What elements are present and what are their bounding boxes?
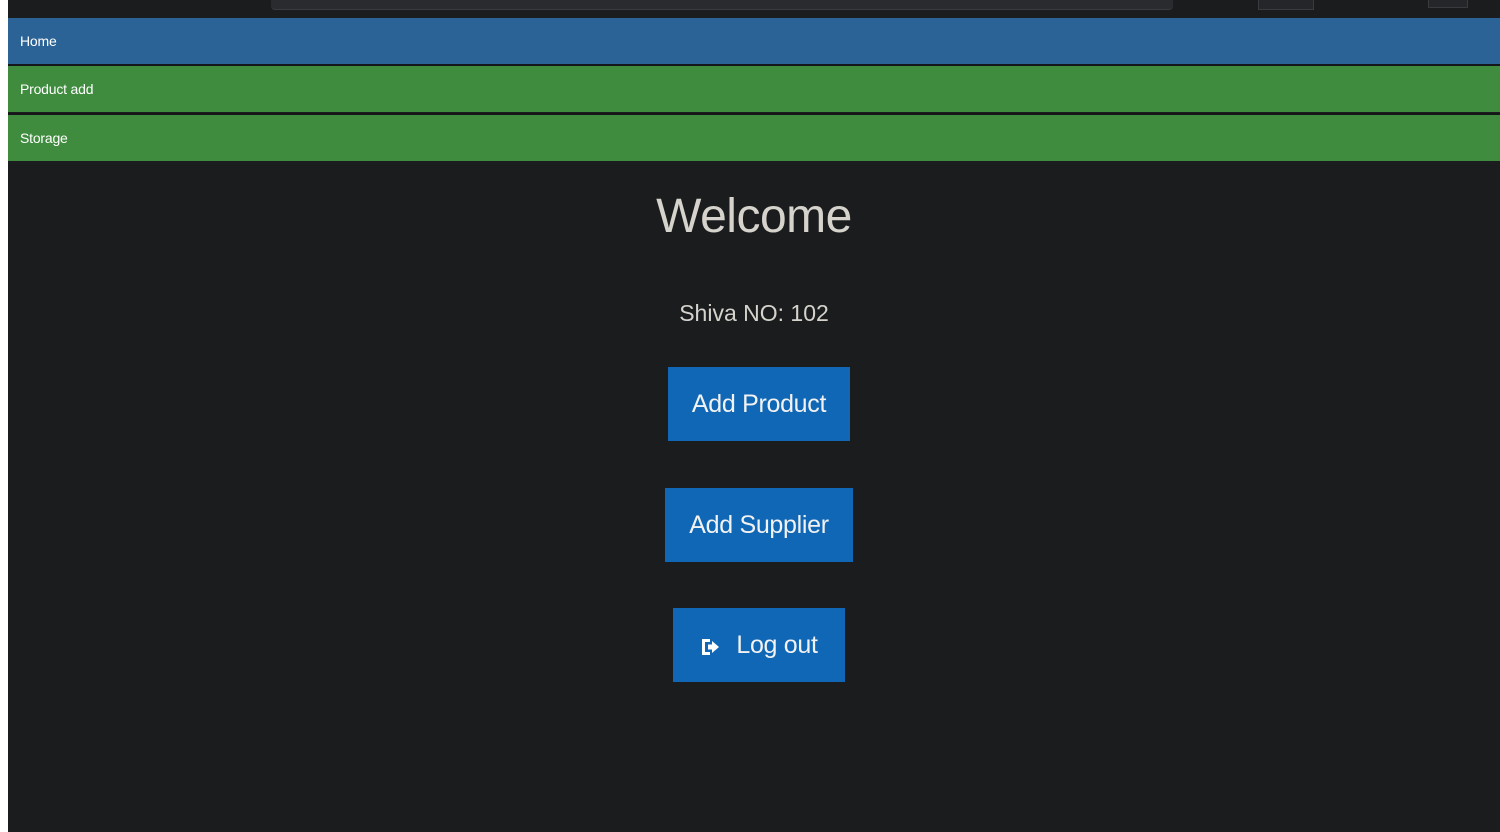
main-content: Welcome Shiva NO: 102 Add Product Add Su… (8, 161, 1500, 832)
nav-home-label: Home (20, 33, 57, 49)
log-out-button[interactable]: Log out (673, 608, 845, 682)
browser-top-strip (8, 0, 1500, 17)
add-product-label: Add Product (691, 389, 827, 418)
toolbar-button[interactable] (1428, 0, 1468, 8)
nav-product-add[interactable]: Product add (8, 66, 1500, 112)
sign-out-icon (700, 635, 720, 655)
add-supplier-button[interactable]: Add Supplier (665, 488, 853, 562)
add-supplier-label: Add Supplier (689, 510, 829, 539)
user-info: Shiva NO: 102 (679, 300, 829, 326)
add-product-button[interactable]: Add Product (668, 367, 850, 441)
app-window: Home Product add Storage Welcome Shiva N… (8, 0, 1500, 832)
nav-storage[interactable]: Storage (8, 115, 1500, 161)
address-bar[interactable] (271, 0, 1173, 10)
log-out-label: Log out (736, 630, 818, 659)
nav-product-add-label: Product add (20, 81, 94, 97)
toolbar-button[interactable] (1258, 0, 1314, 10)
page-title: Welcome (656, 190, 852, 243)
nav-storage-label: Storage (20, 130, 68, 146)
nav-home[interactable]: Home (8, 18, 1500, 64)
